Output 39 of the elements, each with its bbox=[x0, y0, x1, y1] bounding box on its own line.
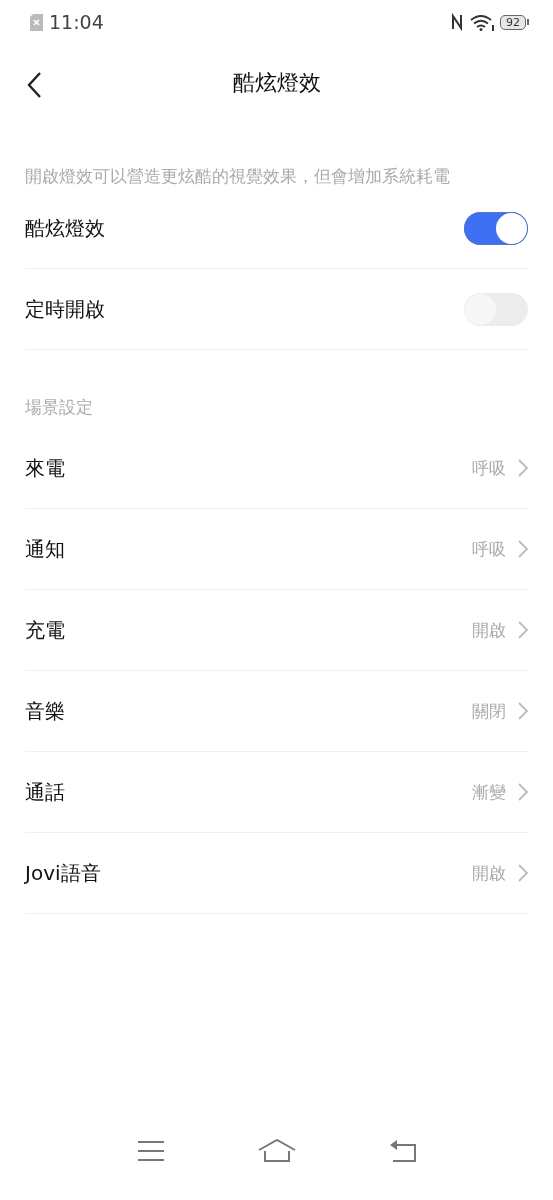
setting-row[interactable]: Jovi語音 開啟 bbox=[25, 833, 528, 914]
setting-label: 通話 bbox=[25, 778, 66, 806]
setting-value: 漸變 bbox=[472, 780, 506, 804]
section-title: 場景設定 bbox=[25, 396, 94, 419]
setting-value: 關閉 bbox=[472, 699, 506, 723]
page-title: 酷炫燈效 bbox=[232, 69, 321, 97]
setting-value: 呼吸 bbox=[472, 537, 506, 561]
home-icon[interactable] bbox=[257, 1139, 296, 1163]
menu-icon[interactable] bbox=[136, 1140, 165, 1162]
setting-label: 充電 bbox=[25, 616, 66, 644]
back-button[interactable] bbox=[26, 71, 42, 99]
nfc-icon bbox=[450, 13, 464, 31]
setting-label: 酷炫燈效 bbox=[25, 214, 106, 242]
setting-label: Jovi語音 bbox=[25, 859, 102, 887]
setting-row[interactable]: 充電 開啟 bbox=[25, 590, 528, 671]
setting-value: 開啟 bbox=[472, 861, 506, 885]
chevron-right-icon bbox=[518, 864, 528, 882]
setting-row[interactable]: 通話 漸變 bbox=[25, 752, 528, 833]
setting-value: 開啟 bbox=[472, 618, 506, 642]
chevron-right-icon bbox=[518, 702, 528, 720]
setting-label: 定時開啟 bbox=[25, 295, 106, 323]
setting-row[interactable]: 音樂 關閉 bbox=[25, 671, 528, 752]
chevron-right-icon bbox=[518, 783, 528, 801]
setting-value: 呼吸 bbox=[472, 456, 506, 480]
setting-row[interactable]: 來電 呼吸 bbox=[25, 428, 528, 509]
toggle-switch[interactable] bbox=[464, 211, 528, 245]
setting-label: 來電 bbox=[25, 454, 66, 482]
setting-label: 通知 bbox=[25, 535, 66, 563]
chevron-right-icon bbox=[518, 540, 528, 558]
clock: 11:04 bbox=[49, 11, 104, 33]
wifi-icon bbox=[470, 13, 494, 31]
sim-icon bbox=[30, 13, 43, 31]
back-nav-icon[interactable] bbox=[388, 1139, 417, 1163]
description-text: 開啟燈效可以營造更炫酷的視覺效果，但會增加系統耗電 bbox=[25, 165, 451, 188]
battery-icon: 92 bbox=[500, 14, 529, 30]
setting-row[interactable]: 通知 呼吸 bbox=[25, 509, 528, 590]
chevron-right-icon bbox=[518, 459, 528, 477]
setting-label: 音樂 bbox=[25, 697, 66, 725]
chevron-right-icon bbox=[518, 621, 528, 639]
